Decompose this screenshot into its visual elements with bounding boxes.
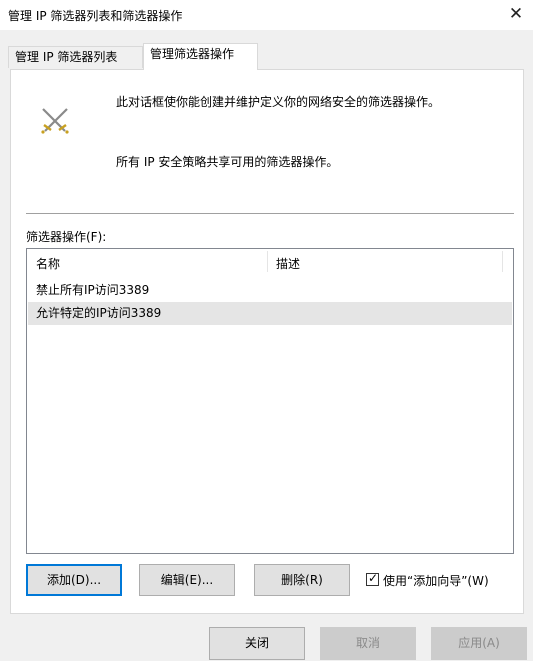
checkmark-icon: ✓ bbox=[368, 571, 379, 585]
use-wizard-label[interactable]: 使用“添加向导”(W) bbox=[383, 572, 489, 589]
add-button[interactable]: 添加(D)... bbox=[26, 564, 122, 596]
use-wizard-checkbox[interactable]: ✓ bbox=[366, 571, 379, 586]
tab-panel: 此对话框使你能创建并维护定义你的网络安全的筛选器操作。 所有 IP 安全策略共享… bbox=[10, 69, 524, 614]
crossed-swords-icon bbox=[41, 108, 69, 134]
delete-button[interactable]: 删除(R) bbox=[254, 564, 350, 596]
cancel-button: 取消 bbox=[320, 627, 416, 660]
filter-actions-list[interactable]: 名称 描述 禁止所有IP访问3389 允许特定的IP访问3389 bbox=[26, 248, 514, 554]
list-item-name: 允许特定的IP访问3389 bbox=[36, 306, 162, 320]
column-divider[interactable] bbox=[267, 251, 268, 272]
tab-manage-filter-actions[interactable]: 管理筛选器操作 bbox=[143, 43, 258, 70]
column-header-description[interactable]: 描述 bbox=[276, 255, 300, 272]
list-item[interactable]: 禁止所有IP访问3389 bbox=[28, 279, 512, 302]
apply-button: 应用(A) bbox=[431, 627, 527, 660]
close-icon[interactable]: ✕ bbox=[499, 0, 533, 30]
panel-description: 此对话框使你能创建并维护定义你的网络安全的筛选器操作。 bbox=[116, 95, 441, 109]
column-header-name[interactable]: 名称 bbox=[36, 255, 60, 272]
title-bar: 管理 IP 筛选器列表和筛选器操作 ✕ bbox=[0, 0, 533, 30]
edit-button[interactable]: 编辑(E)... bbox=[139, 564, 235, 596]
panel-note: 所有 IP 安全策略共享可用的筛选器操作。 bbox=[116, 155, 339, 169]
window-title: 管理 IP 筛选器列表和筛选器操作 bbox=[8, 9, 183, 23]
list-item-name: 禁止所有IP访问3389 bbox=[36, 283, 150, 297]
close-button[interactable]: 关闭 bbox=[209, 627, 305, 660]
filter-actions-label: 筛选器操作(F): bbox=[26, 230, 107, 244]
column-divider[interactable] bbox=[502, 251, 503, 272]
separator bbox=[26, 213, 514, 214]
list-header: 名称 描述 bbox=[27, 249, 513, 274]
tab-manage-ip-filter-lists[interactable]: 管理 IP 筛选器列表 bbox=[8, 46, 143, 68]
list-item-selected[interactable]: 允许特定的IP访问3389 bbox=[28, 302, 512, 325]
